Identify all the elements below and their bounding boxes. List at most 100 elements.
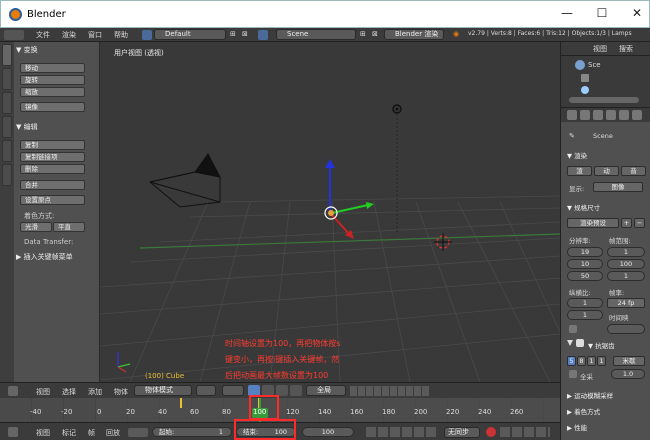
world-icon[interactable] <box>581 86 589 94</box>
render-button[interactable]: 渲 <box>567 166 592 176</box>
aa-5-button[interactable]: 5 <box>567 356 576 366</box>
scene-icon[interactable] <box>258 30 268 40</box>
maximize-button[interactable]: ☐ <box>591 6 613 22</box>
aa-16-button[interactable]: 1 <box>597 356 606 366</box>
add-layout-icon[interactable]: ⊞ <box>230 30 236 38</box>
frame-menu[interactable]: 帧 <box>88 428 95 438</box>
outliner-scrollbar[interactable] <box>569 97 639 103</box>
aa-11-button[interactable]: 1 <box>587 356 596 366</box>
scale-button[interactable]: 缩放 <box>20 87 85 97</box>
antialias-checkbox[interactable] <box>576 339 584 347</box>
marker-menu[interactable]: 标记 <box>62 428 76 438</box>
outliner-scene-item[interactable]: Sce <box>588 61 601 69</box>
menu-file[interactable]: 文件 <box>36 30 50 40</box>
layout-icon[interactable] <box>142 30 152 40</box>
preview-range-toggle[interactable] <box>128 428 148 437</box>
object-tab-icon[interactable] <box>619 110 629 120</box>
scene-tab-icon[interactable] <box>593 110 603 120</box>
outliner-search-menu[interactable]: 搜索 <box>619 44 633 54</box>
filter-size-field[interactable]: 1.0 <box>611 369 645 379</box>
antialias-panel-header[interactable]: ▼ 抗锯齿 <box>588 340 615 350</box>
editor-type-icon[interactable] <box>8 386 18 396</box>
shading-panel-header[interactable]: ▶ 着色方式 <box>567 406 600 416</box>
performance-panel-header[interactable]: ▶ 性能 <box>567 422 587 432</box>
playback-controls[interactable] <box>366 427 436 437</box>
sync-mode-select[interactable]: 无同步 <box>444 427 480 438</box>
resolution-x-field[interactable]: 19 <box>567 247 603 257</box>
3d-viewport[interactable]: 用户视图 (透视) (100) Cube 时间轴设置为100，再把物体按s 键变… <box>100 42 560 382</box>
scene-select[interactable]: Scene <box>276 29 356 40</box>
layout-select[interactable]: Default <box>154 29 226 40</box>
antialias-expand-icon[interactable] <box>567 340 573 346</box>
time-remap-field[interactable] <box>607 324 645 334</box>
tab-grease-pencil[interactable] <box>2 164 12 186</box>
tab-relations[interactable] <box>2 92 12 114</box>
add-menu[interactable]: 添加 <box>88 387 102 397</box>
translate-button[interactable]: 移动 <box>20 63 85 73</box>
tab-create[interactable] <box>2 68 12 90</box>
orientation-select[interactable]: 全局 <box>306 385 346 396</box>
current-frame-field[interactable]: 100 <box>302 427 354 437</box>
frame-rate-select[interactable]: 24 fp <box>607 298 645 308</box>
motion-blur-panel-header[interactable]: ▶ 运动模糊采样 <box>567 390 613 400</box>
render-animation-button[interactable]: 动 <box>594 166 619 176</box>
menu-window[interactable]: 窗口 <box>88 30 102 40</box>
pivot-icon[interactable] <box>222 385 244 396</box>
dimensions-panel-header[interactable]: ▼ 规格尺寸 <box>567 202 600 212</box>
set-origin-select[interactable]: 设置原点 <box>20 195 85 205</box>
remove-scene-icon[interactable]: ⊠ <box>372 30 378 38</box>
display-select[interactable]: 图像 <box>593 182 643 192</box>
border-checkbox[interactable] <box>569 325 577 333</box>
transform-panel-header[interactable]: ▼ 变换 <box>16 45 38 55</box>
shade-flat-button[interactable]: 平直 <box>53 222 85 232</box>
duplicate-button[interactable]: 复制 <box>20 140 85 150</box>
keyframe-menu-header[interactable]: ▶ 插入关键帧菜单 <box>16 252 73 262</box>
edit-panel-header[interactable]: ▼ 编辑 <box>16 122 38 132</box>
keying-controls[interactable] <box>500 427 550 437</box>
aa-filter-select[interactable]: 米歇 <box>613 356 645 366</box>
frame-end-field[interactable]: 100 <box>607 259 645 269</box>
duplicate-linked-button[interactable]: 复制链接项 <box>20 152 85 162</box>
lamp-icon[interactable] <box>392 104 402 232</box>
shade-smooth-button[interactable]: 光滑 <box>20 222 52 232</box>
aspect-y-field[interactable]: 1 <box>567 310 603 320</box>
aspect-x-field[interactable]: 1 <box>567 298 603 308</box>
resolution-y-field[interactable]: 10 <box>567 259 603 269</box>
record-icon[interactable] <box>486 427 496 437</box>
tab-animation[interactable] <box>2 116 12 138</box>
render-audio-button[interactable]: 音 <box>621 166 646 176</box>
full-sample-checkbox[interactable] <box>569 370 577 378</box>
render-layers-icon[interactable] <box>581 74 589 82</box>
editor-type-icon[interactable] <box>8 427 18 437</box>
outliner-view-menu[interactable]: 视图 <box>593 44 607 54</box>
delete-button[interactable]: 删除 <box>20 164 85 174</box>
camera-icon[interactable] <box>148 153 221 208</box>
minimize-button[interactable]: — <box>556 6 578 22</box>
scale-manipulator-icon[interactable] <box>290 385 302 396</box>
rotate-button[interactable]: 旋转 <box>20 75 85 85</box>
resolution-percent-field[interactable]: 50 <box>567 271 603 281</box>
remove-preset-button[interactable]: − <box>634 218 645 228</box>
playback-menu[interactable]: 回放 <box>106 428 120 438</box>
render-tab-icon[interactable] <box>567 110 577 120</box>
timeline-view-menu[interactable]: 视图 <box>36 428 50 438</box>
add-scene-icon[interactable]: ⊞ <box>360 30 366 38</box>
menu-help[interactable]: 帮助 <box>114 30 128 40</box>
select-menu[interactable]: 选择 <box>62 387 76 397</box>
world-tab-icon[interactable] <box>606 110 616 120</box>
modifier-tab-icon[interactable] <box>632 110 642 120</box>
menu-render[interactable]: 渲染 <box>62 30 76 40</box>
tab-physics[interactable] <box>2 140 12 162</box>
object-menu[interactable]: 物体 <box>114 387 128 397</box>
layers-tab-icon[interactable] <box>580 110 590 120</box>
add-preset-button[interactable]: + <box>621 218 632 228</box>
close-button[interactable]: ✕ <box>626 6 648 22</box>
frame-start-field[interactable]: 1 <box>607 247 645 257</box>
mode-select[interactable]: 物体模式 <box>134 385 192 396</box>
editor-type-icon[interactable] <box>4 30 24 40</box>
3d-cursor-icon[interactable] <box>434 233 452 251</box>
pin-icon[interactable]: ✎ <box>569 132 575 140</box>
render-engine-select[interactable]: Blender 渲染 <box>384 29 444 40</box>
tab-tools[interactable] <box>2 44 12 66</box>
shading-mode-icon[interactable] <box>196 385 216 396</box>
